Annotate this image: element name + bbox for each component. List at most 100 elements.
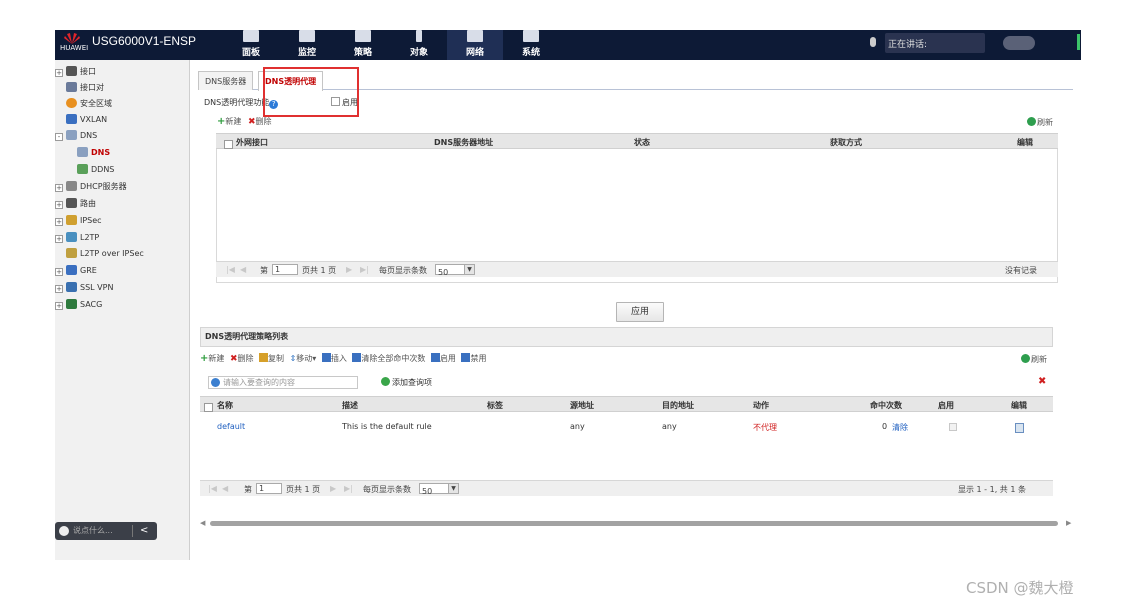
col-tag[interactable]: 标签 [487, 400, 503, 411]
policy-new-button[interactable]: +新建 [200, 353, 224, 364]
expand-icon[interactable]: + [55, 235, 63, 243]
page-input[interactable]: 1 [272, 264, 298, 275]
first-page-button[interactable]: |◀ [226, 265, 235, 274]
col-action[interactable]: 动作 [753, 400, 769, 411]
collapse-icon[interactable]: - [55, 133, 63, 141]
policy-toolbar: +新建 ✖删除 复制 ⇕移动▾ 插入 清除全部命中次数 启用 禁用 [200, 353, 486, 364]
sidebar-item-dhcp-server[interactable]: + DHCP服务器 [55, 180, 127, 194]
expand-icon[interactable]: + [55, 218, 63, 226]
col-edit[interactable]: 编辑 [1011, 400, 1027, 411]
scrollbar-thumb[interactable] [210, 521, 1058, 526]
next-page-button[interactable]: ▶ [346, 265, 352, 274]
col-status[interactable]: 状态 [634, 137, 650, 148]
sidebar-item-gre[interactable]: + GRE [55, 264, 97, 278]
col-hit-count[interactable]: 命中次数 [870, 400, 902, 411]
sidebar-item-ddns[interactable]: DDNS [77, 163, 114, 177]
sidebar: + 接口 接口对 安全区域 VXLAN - DNS DNS DDNS + DHCP服务… [55, 60, 190, 560]
first-page-button[interactable]: |◀ [208, 484, 217, 493]
col-description[interactable]: 描述 [342, 400, 358, 411]
dns-group-icon [66, 130, 77, 140]
expand-icon[interactable]: + [55, 268, 63, 276]
nav-label: 面板 [241, 48, 260, 58]
sidebar-item-interface-pair[interactable]: 接口对 [66, 81, 104, 95]
expand-icon[interactable]: + [55, 201, 63, 209]
nav-network[interactable]: 网络 [447, 30, 503, 60]
col-dns-server-address[interactable]: DNS服务器地址 [434, 137, 493, 148]
new-button[interactable]: +新建 [217, 116, 241, 127]
clear-search-icon[interactable]: ✖ [1038, 376, 1046, 387]
policy-icon [355, 30, 371, 42]
sidebar-item-security-zone[interactable]: 安全区域 [66, 97, 112, 111]
policy-search-input[interactable]: 请输入要查询的内容 [208, 376, 358, 389]
policy-copy-button[interactable]: 复制 [259, 353, 284, 363]
expand-icon[interactable]: + [55, 285, 63, 293]
per-page-select[interactable]: 50 ▼ [435, 264, 475, 277]
dns-icon [77, 147, 88, 157]
sidebar-item-dns-group[interactable]: - DNS [55, 129, 97, 143]
col-destination-address[interactable]: 目的地址 [662, 400, 694, 411]
chat-input[interactable]: 说点什么... < [55, 522, 157, 540]
policy-move-button[interactable]: ⇕移动▾ [290, 354, 317, 363]
sidebar-item-dns[interactable]: DNS [77, 146, 110, 160]
policy-delete-button[interactable]: ✖删除 [230, 354, 254, 364]
sidebar-item-label: 接口 [80, 67, 96, 76]
nav-policy[interactable]: 策略 [335, 30, 391, 60]
microphone-icon[interactable] [870, 37, 876, 47]
sidebar-item-l2tp[interactable]: + L2TP [55, 231, 99, 245]
col-source-address[interactable]: 源地址 [570, 400, 594, 411]
policy-name-link[interactable]: default [217, 422, 245, 431]
sidebar-item-ssl-vpn[interactable]: + SSL VPN [55, 281, 113, 295]
policy-refresh-button[interactable]: 刷新 [1021, 354, 1047, 365]
nav-dashboard[interactable]: 面板 [223, 30, 279, 60]
sidebar-item-route[interactable]: + 路由 [55, 197, 96, 211]
prev-page-button[interactable]: ◀ [222, 484, 228, 493]
scroll-right-icon[interactable]: ▶ [1066, 519, 1071, 527]
sidebar-item-ipsec[interactable]: + IPSec [55, 214, 102, 228]
policy-enable-button[interactable]: 启用 [430, 353, 456, 363]
nav-label: 系统 [521, 48, 540, 58]
clear-hits-link[interactable]: 清除 [892, 422, 908, 433]
expand-icon[interactable]: + [55, 302, 63, 310]
prev-page-button[interactable]: ◀ [240, 265, 246, 274]
col-enabled[interactable]: 启用 [938, 400, 954, 411]
nav-system[interactable]: 系统 [503, 30, 559, 60]
sidebar-item-interface[interactable]: + 接口 [55, 65, 96, 79]
policy-list-title: DNS透明代理策略列表 [200, 327, 1053, 347]
tab-dns-server[interactable]: DNS服务器 [198, 71, 254, 90]
col-edit[interactable]: 编辑 [1017, 137, 1033, 148]
sidebar-item-label: DHCP服务器 [80, 182, 127, 191]
col-wan-interface[interactable]: 外网接口 [236, 137, 268, 148]
emoji-icon[interactable] [59, 526, 69, 536]
policy-disable-button[interactable]: 禁用 [461, 353, 486, 363]
scroll-left-icon[interactable]: ◀ [200, 519, 205, 527]
page-input[interactable]: 1 [256, 483, 282, 494]
chat-collapse-button[interactable]: < [140, 522, 148, 540]
col-acquire-method[interactable]: 获取方式 [830, 137, 862, 148]
sidebar-item-vxlan[interactable]: VXLAN [66, 113, 107, 127]
next-page-button[interactable]: ▶ [330, 484, 336, 493]
avatar[interactable] [1003, 36, 1035, 50]
delete-button[interactable]: ✖删除 [248, 117, 272, 127]
last-page-button[interactable]: ▶| [344, 484, 353, 493]
per-page-select[interactable]: 50 ▼ [419, 483, 459, 496]
expand-icon[interactable]: + [55, 69, 63, 77]
col-name[interactable]: 名称 [217, 400, 233, 411]
nav-monitor[interactable]: 监控 [279, 30, 335, 60]
policy-insert-button[interactable]: 插入 [321, 353, 347, 363]
nav-object[interactable]: 对象 [391, 30, 447, 60]
network-icon [467, 30, 483, 42]
apply-button[interactable]: 应用 [616, 302, 664, 322]
sidebar-item-label: DNS [91, 148, 111, 157]
policy-pager: |◀ ◀ 第 1 页共 1 页 ▶ ▶| 每页显示条数 50 ▼ 显示 1 - 1… [200, 480, 1053, 496]
refresh-button[interactable]: 刷新 [1027, 117, 1053, 128]
expand-icon[interactable]: + [55, 184, 63, 192]
add-query-button[interactable]: 添加查询项 [381, 377, 432, 388]
sidebar-item-sacg[interactable]: + SACG [55, 298, 102, 312]
chat-placeholder: 说点什么... [73, 526, 113, 535]
horizontal-scrollbar[interactable]: ◀ ▶ [200, 519, 1075, 527]
last-page-button[interactable]: ▶| [360, 265, 369, 274]
sidebar-item-l2tp-over-ipsec[interactable]: L2TP over IPSec [66, 247, 144, 261]
sidebar-item-label: 路由 [80, 199, 96, 208]
table-row[interactable]: default This is the default rule any any… [200, 422, 1053, 436]
clear-hits-button[interactable]: 清除全部命中次数 [352, 353, 425, 363]
